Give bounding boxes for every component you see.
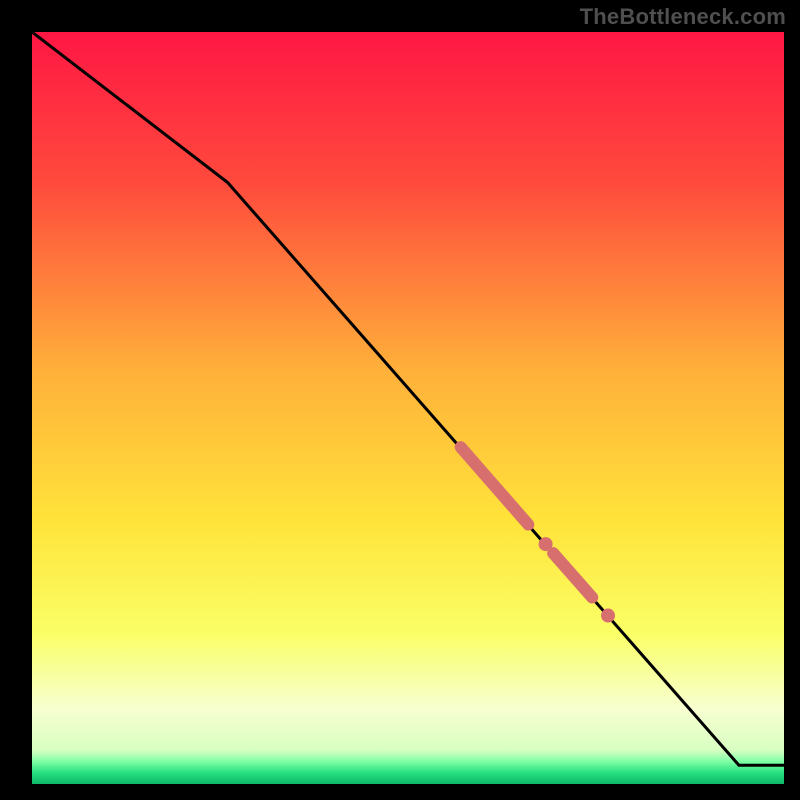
chart-svg [0, 0, 800, 800]
marker-dot-2 [601, 609, 615, 623]
watermark-text: TheBottleneck.com [580, 4, 786, 30]
chart-root: { "watermark": { "text": "TheBottleneck.… [0, 0, 800, 800]
plot-background [32, 32, 784, 784]
